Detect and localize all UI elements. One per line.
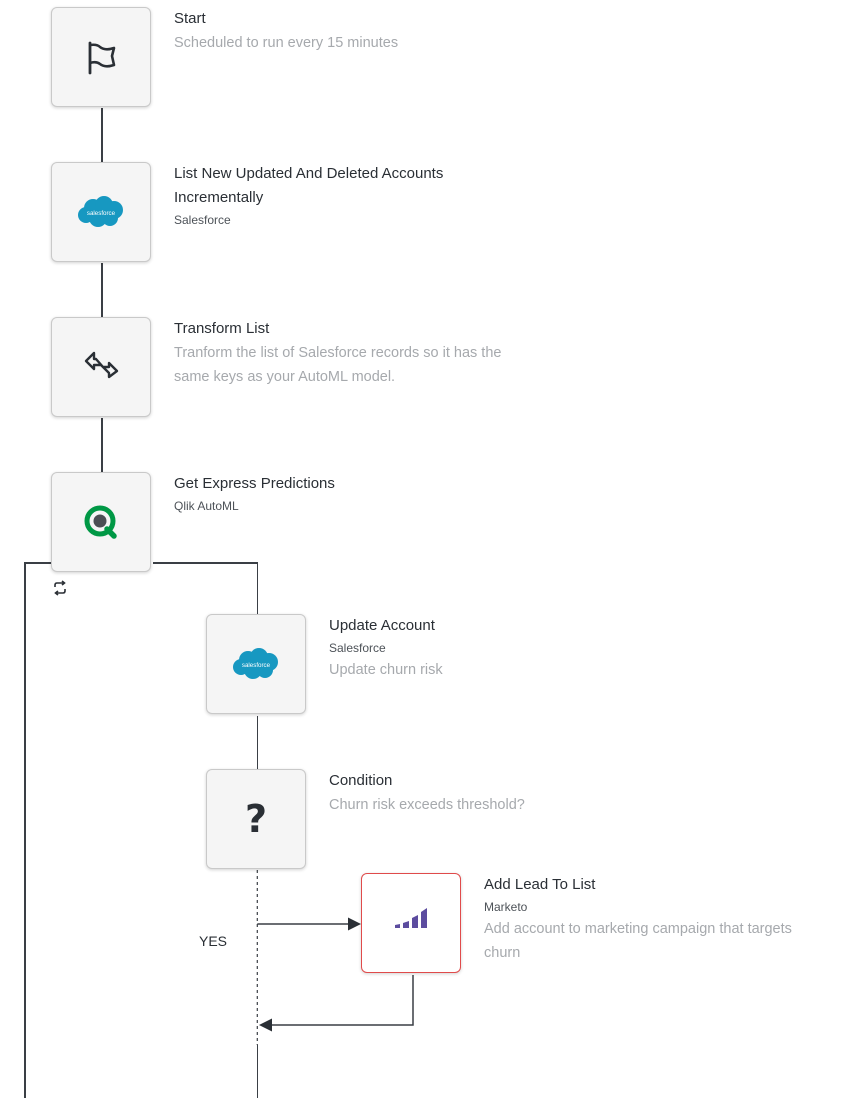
marketo-logo-icon bbox=[389, 901, 433, 945]
list-accounts-step-node[interactable]: salesforce bbox=[51, 162, 151, 262]
step-subtitle: Qlik AutoML bbox=[174, 499, 239, 513]
question-mark-symbol: ? bbox=[244, 797, 268, 841]
step-title: Condition bbox=[329, 772, 393, 789]
yes-branch-arrowhead bbox=[348, 917, 361, 931]
workflow-canvas: Start Scheduled to run every 15 minutes … bbox=[0, 0, 861, 1098]
step-description-line1: Tranform the list of Salesforce records … bbox=[174, 345, 502, 361]
predictions-step-node[interactable] bbox=[51, 472, 151, 572]
step-subtitle: Marketo bbox=[484, 900, 528, 914]
update-account-step-node[interactable]: salesforce bbox=[206, 614, 306, 714]
flag-icon bbox=[79, 35, 123, 79]
return-branch-arrowhead bbox=[259, 1018, 272, 1032]
condition-step-label: Condition Churn risk exceeds threshold? bbox=[329, 769, 749, 817]
step-description-line2: churn bbox=[484, 945, 521, 961]
step-title: Get Express Predictions bbox=[174, 475, 335, 492]
step-description-line2: same keys as your AutoML model. bbox=[174, 369, 396, 385]
add-lead-step-label: Add Lead To List Marketo Add account to … bbox=[484, 873, 861, 965]
step-subtitle: Salesforce bbox=[329, 641, 386, 655]
qlik-logo-icon bbox=[79, 500, 123, 544]
yes-branch-label: YES bbox=[199, 933, 228, 949]
step-subtitle: Salesforce bbox=[174, 213, 231, 227]
salesforce-logo-text: salesforce bbox=[242, 662, 271, 669]
start-step-node[interactable] bbox=[51, 7, 151, 107]
update-account-step-label: Update Account Salesforce Update churn r… bbox=[329, 614, 749, 682]
loop-icon[interactable] bbox=[52, 580, 68, 596]
salesforce-logo-icon: salesforce bbox=[231, 646, 281, 682]
transform-arrow-icon bbox=[79, 345, 123, 389]
question-mark-icon: ? bbox=[245, 800, 267, 838]
step-description: Churn risk exceeds threshold? bbox=[329, 797, 525, 813]
add-lead-step-node[interactable] bbox=[361, 873, 461, 973]
salesforce-logo-icon: salesforce bbox=[76, 194, 126, 230]
predictions-step-label: Get Express Predictions Qlik AutoML bbox=[174, 472, 594, 516]
step-description: Update churn risk bbox=[329, 662, 443, 678]
step-description-line1: Add account to marketing campaign that t… bbox=[484, 921, 792, 937]
transform-step-label: Transform List Tranform the list of Sale… bbox=[174, 317, 594, 389]
step-title-line1: List New Updated And Deleted Accounts bbox=[174, 165, 444, 182]
step-title: Update Account bbox=[329, 617, 435, 634]
step-title: Start bbox=[174, 10, 206, 27]
list-accounts-step-label: List New Updated And Deleted Accounts In… bbox=[174, 162, 594, 230]
salesforce-logo-text: salesforce bbox=[87, 210, 116, 217]
start-step-label: Start Scheduled to run every 15 minutes bbox=[174, 7, 594, 55]
step-description: Scheduled to run every 15 minutes bbox=[174, 35, 399, 51]
step-title: Transform List bbox=[174, 320, 270, 337]
transform-step-node[interactable] bbox=[51, 317, 151, 417]
condition-step-node[interactable]: ? bbox=[206, 769, 306, 869]
step-title: Add Lead To List bbox=[484, 876, 596, 893]
return-branch-line bbox=[272, 975, 414, 1026]
step-title-line2: Incrementally bbox=[174, 189, 264, 206]
